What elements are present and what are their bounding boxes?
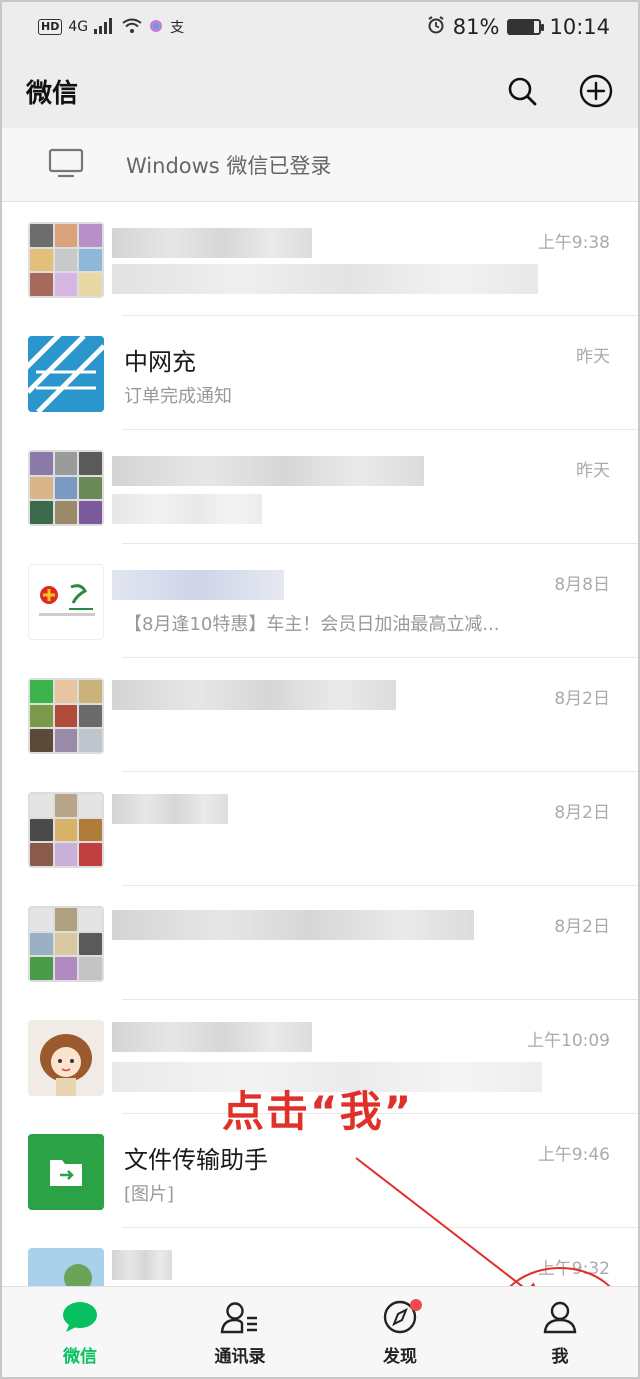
- battery-percent: 81%: [452, 15, 500, 39]
- blurred-name: [112, 680, 396, 710]
- chat-time: 8月2日: [554, 689, 610, 709]
- chat-message: 【8月逢10特惠】车主！会员日加油最高立减...: [124, 614, 500, 635]
- clock: 10:14: [549, 15, 610, 39]
- blurred-name: [112, 570, 284, 600]
- blurred-name: [112, 228, 312, 258]
- chat-item[interactable]: 8月2日: [0, 886, 640, 1000]
- user-icon: [542, 1300, 578, 1338]
- chat-item[interactable]: 中网充 订单完成通知 昨天: [0, 316, 640, 430]
- chat-message: [图片]: [124, 1184, 175, 1205]
- tab-contacts[interactable]: 通讯录: [160, 1287, 320, 1379]
- blurred-name: [112, 1250, 172, 1280]
- status-left: HD 4G 支: [38, 15, 184, 39]
- windows-login-banner[interactable]: Windows 微信已登录: [0, 128, 640, 202]
- chat-item[interactable]: 【8月逢10特惠】车主！会员日加油最高立减... 8月8日: [0, 544, 640, 658]
- network-badge: 4G: [68, 19, 89, 35]
- search-icon[interactable]: [504, 73, 540, 109]
- wifi-icon: [122, 15, 142, 39]
- page-title: 微信: [26, 78, 79, 109]
- header-actions: [504, 73, 614, 109]
- blurred-name: [112, 1022, 312, 1052]
- app-header: 微信: [0, 54, 640, 128]
- chat-name: 文件传输助手: [124, 1146, 268, 1174]
- chat-time: 昨天: [576, 347, 610, 367]
- tab-label: 我: [551, 1346, 569, 1367]
- tab-label: 通讯录: [214, 1346, 266, 1367]
- group-avatar: [28, 906, 104, 982]
- group-avatar: [28, 222, 104, 298]
- hd-badge: HD: [38, 19, 63, 35]
- blurred-message: [112, 494, 262, 524]
- plus-circle-icon[interactable]: [578, 73, 614, 109]
- battery-icon: [507, 19, 545, 35]
- chat-name: 中网充: [124, 348, 196, 376]
- file-transfer-avatar: [28, 1134, 104, 1210]
- status-bar: HD 4G 支 81% 10:14: [0, 0, 640, 54]
- group-avatar: [28, 678, 104, 754]
- tab-chats[interactable]: 微信: [0, 1287, 160, 1379]
- petrochina-avatar: [28, 564, 104, 640]
- chat-time: 昨天: [576, 461, 610, 481]
- blurred-name: [112, 910, 474, 940]
- chat-time: 上午9:46: [537, 1145, 610, 1165]
- alipay-badge: 支: [170, 20, 185, 36]
- chat-time: 上午9:32: [537, 1259, 610, 1279]
- cartoon-avatar: [28, 1020, 104, 1096]
- tab-me[interactable]: 我: [480, 1287, 640, 1379]
- blurred-name: [112, 794, 228, 824]
- blurred-name: [112, 456, 424, 486]
- app-notification-icon: [148, 15, 164, 39]
- chat-item[interactable]: 上午9:32: [0, 1228, 640, 1286]
- zhongwangchong-avatar: [28, 336, 104, 412]
- chat-item[interactable]: 上午9:38: [0, 202, 640, 316]
- tab-label: 发现: [383, 1346, 417, 1367]
- status-right: 81% 10:14: [427, 15, 610, 39]
- chat-time: 上午9:38: [537, 233, 610, 253]
- tab-discover[interactable]: 发现: [320, 1287, 480, 1379]
- chat-message: 订单完成通知: [124, 386, 232, 407]
- chat-item[interactable]: 8月2日: [0, 658, 640, 772]
- new-badge: [410, 1299, 422, 1311]
- bottom-tab-bar: 微信 通讯录 发现 我: [0, 1286, 640, 1379]
- annotation-text: 点击“我”: [222, 1087, 414, 1136]
- chat-item[interactable]: 昨天: [0, 430, 640, 544]
- monitor-icon: [48, 148, 84, 182]
- signal-icon: [94, 15, 116, 39]
- photo-avatar: [28, 1248, 104, 1286]
- contacts-icon: [220, 1300, 260, 1338]
- chat-time: 8月2日: [554, 803, 610, 823]
- alarm-icon: [427, 15, 445, 39]
- chat-bubble-icon: [61, 1300, 99, 1338]
- tab-label: 微信: [63, 1346, 97, 1367]
- chat-time: 8月2日: [554, 917, 610, 937]
- login-banner-text: Windows 微信已登录: [126, 153, 332, 178]
- group-avatar: [28, 450, 104, 526]
- chat-item[interactable]: 8月2日: [0, 772, 640, 886]
- blurred-message: [112, 264, 538, 294]
- chat-time: 上午10:09: [527, 1031, 610, 1051]
- group-avatar: [28, 792, 104, 868]
- chat-time: 8月8日: [554, 575, 610, 595]
